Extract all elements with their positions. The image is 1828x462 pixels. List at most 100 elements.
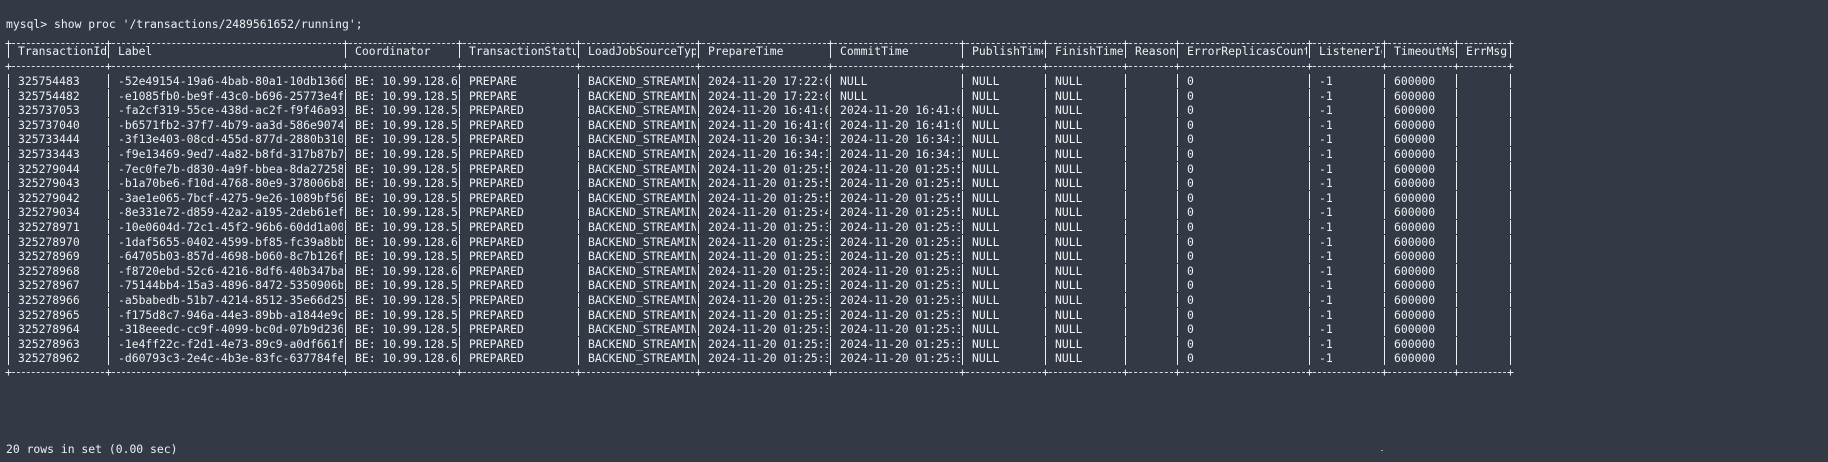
column-divider xyxy=(108,263,109,278)
column-divider xyxy=(698,293,699,307)
column-divider xyxy=(578,103,579,118)
cell-transaction-status: PREPARED xyxy=(469,293,524,307)
table-row: 325278970 -1daf5655-0402-4599-bf85-fc39a8… xyxy=(0,234,1800,249)
column-divider xyxy=(830,336,831,351)
column-divider xyxy=(1309,249,1310,264)
column-divider xyxy=(1510,307,1511,322)
cell-label: -d60793c3-2e4c-4b3e-83fc-637784fe0f99 xyxy=(118,351,343,366)
cell-prepare-time: 2024-11-20 17:22:04 xyxy=(708,88,828,103)
cell-timeout-ms: 600000 xyxy=(1394,74,1436,88)
column-header-publish-time: PublishTime xyxy=(972,44,1043,58)
cell-publish-time: NULL xyxy=(972,176,1000,191)
cell-transaction-id: 325754482 xyxy=(18,88,80,103)
result-footer: 20 rows in set (0.00 sec) xyxy=(6,442,178,456)
column-header-reason: Reason xyxy=(1135,44,1175,58)
cell-error-replicas-count: 0 xyxy=(1187,307,1194,322)
column-divider xyxy=(1045,74,1046,88)
cell-error-replicas-count: 0 xyxy=(1187,205,1194,220)
column-divider xyxy=(1384,147,1385,161)
column-divider xyxy=(345,249,346,264)
column-divider xyxy=(1510,103,1511,118)
cell-finish-time: NULL xyxy=(1055,205,1083,220)
column-divider xyxy=(459,205,460,220)
cell-coordinator: BE: 10.99.128.54 xyxy=(355,293,457,307)
cell-transaction-id: 325737053 xyxy=(18,103,80,118)
cell-transaction-status: PREPARED xyxy=(469,147,524,161)
column-divider xyxy=(830,293,831,307)
column-divider xyxy=(345,132,346,147)
column-divider xyxy=(962,293,963,307)
cell-timeout-ms: 600000 xyxy=(1394,132,1436,147)
cell-listener-id: -1 xyxy=(1319,234,1333,249)
column-divider xyxy=(830,161,831,176)
column-divider xyxy=(1510,117,1511,132)
column-divider xyxy=(830,190,831,205)
cell-label: -52e49154-19a6-4bab-80a1-10db13660a35 xyxy=(118,74,343,88)
cell-finish-time: NULL xyxy=(1055,117,1083,132)
column-divider xyxy=(1456,103,1457,118)
cell-prepare-time: 2024-11-20 01:25:34 xyxy=(708,322,828,337)
cell-publish-time: NULL xyxy=(972,205,1000,220)
column-divider xyxy=(459,190,460,205)
cell-transaction-status: PREPARED xyxy=(469,161,524,176)
column-divider xyxy=(698,278,699,293)
column-divider xyxy=(578,278,579,293)
column-header-coordinator: Coordinator xyxy=(355,44,431,58)
column-divider xyxy=(1309,88,1310,103)
column-divider xyxy=(1177,74,1178,88)
column-divider xyxy=(108,74,109,88)
cell-label: -b1a70be6-f10d-4768-80e9-378006b807dd xyxy=(118,176,343,191)
column-divider xyxy=(8,336,9,351)
cell-finish-time: NULL xyxy=(1055,147,1083,161)
column-divider xyxy=(1125,132,1126,147)
table-row: 325278962 -d60793c3-2e4c-4b3e-83fc-637784… xyxy=(0,351,1800,366)
column-divider xyxy=(1309,263,1310,278)
cell-error-replicas-count: 0 xyxy=(1187,176,1194,191)
column-divider xyxy=(108,293,109,307)
cell-timeout-ms: 600000 xyxy=(1394,263,1436,278)
column-divider xyxy=(459,74,460,88)
cell-finish-time: NULL xyxy=(1055,190,1083,205)
column-divider xyxy=(1510,249,1511,264)
cell-error-replicas-count: 0 xyxy=(1187,234,1194,249)
column-divider xyxy=(345,74,346,88)
cell-finish-time: NULL xyxy=(1055,220,1083,234)
column-divider xyxy=(1309,147,1310,161)
column-divider xyxy=(8,307,9,322)
cell-publish-time: NULL xyxy=(972,322,1000,337)
column-divider xyxy=(698,322,699,337)
column-divider xyxy=(459,103,460,118)
column-divider xyxy=(1177,278,1178,293)
column-divider xyxy=(962,205,963,220)
column-divider xyxy=(698,220,699,234)
cell-transaction-id: 325278966 xyxy=(18,293,80,307)
column-divider xyxy=(8,147,9,161)
column-divider xyxy=(1456,147,1457,161)
column-divider xyxy=(1309,351,1310,366)
column-divider xyxy=(1384,117,1385,132)
cell-load-job-source-type: BACKEND_STREAMING xyxy=(588,190,696,205)
column-divider xyxy=(698,103,699,118)
column-divider xyxy=(108,351,109,366)
column-divider xyxy=(1309,205,1310,220)
column-divider xyxy=(962,147,963,161)
cell-listener-id: -1 xyxy=(1319,103,1333,118)
column-divider xyxy=(1456,88,1457,103)
column-divider xyxy=(1510,293,1511,307)
cell-coordinator: BE: 10.99.128.54 xyxy=(355,176,457,191)
column-divider xyxy=(962,278,963,293)
table-row: 325278965 -f175d8c7-946a-44e3-89bb-a1844e… xyxy=(0,307,1800,322)
column-divider xyxy=(459,147,460,161)
column-divider xyxy=(345,176,346,191)
column-divider xyxy=(1384,190,1385,205)
cell-error-replicas-count: 0 xyxy=(1187,117,1194,132)
column-divider xyxy=(698,161,699,176)
column-header-listener-id: ListenerId xyxy=(1319,44,1382,58)
column-divider xyxy=(1045,351,1046,366)
cell-timeout-ms: 600000 xyxy=(1394,176,1436,191)
column-divider xyxy=(345,220,346,234)
column-divider xyxy=(578,161,579,176)
cell-label: -f9e13469-9ed7-4a82-b8fd-317b87b789f1 xyxy=(118,147,343,161)
cell-error-replicas-count: 0 xyxy=(1187,322,1194,337)
column-divider xyxy=(830,147,831,161)
